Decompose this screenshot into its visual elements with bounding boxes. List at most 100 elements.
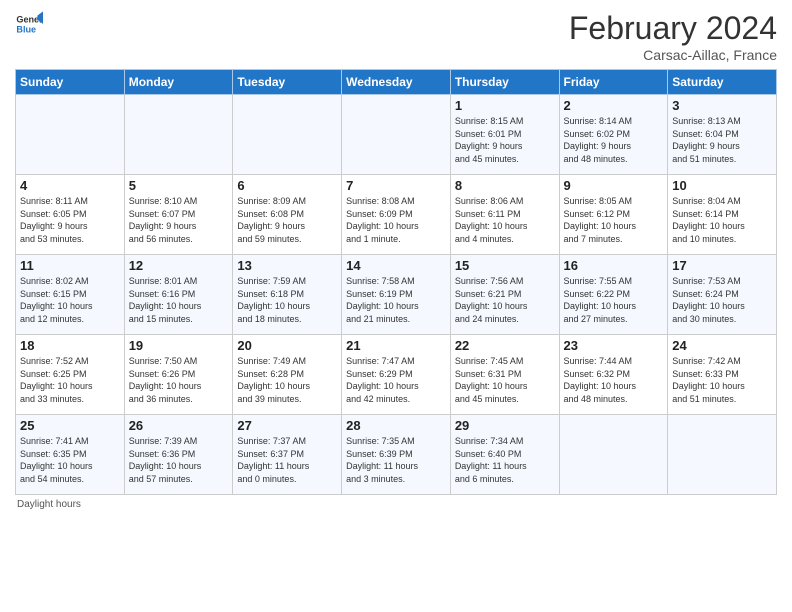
day-number: 21 [346,338,446,353]
day-info: Sunrise: 7:50 AM Sunset: 6:26 PM Dayligh… [129,355,229,405]
svg-text:Blue: Blue [16,24,36,34]
day-info: Sunrise: 7:59 AM Sunset: 6:18 PM Dayligh… [237,275,337,325]
day-number: 26 [129,418,229,433]
day-cell: 26 Sunrise: 7:39 AM Sunset: 6:36 PM Dayli… [124,415,233,495]
week-row-1: 1 Sunrise: 8:15 AM Sunset: 6:01 PM Daylig… [16,95,777,175]
day-number: 10 [672,178,772,193]
day-number: 20 [237,338,337,353]
day-info: Sunrise: 7:55 AM Sunset: 6:22 PM Dayligh… [564,275,664,325]
day-cell: 4 Sunrise: 8:11 AM Sunset: 6:05 PM Daylig… [16,175,125,255]
day-cell: 25 Sunrise: 7:41 AM Sunset: 6:35 PM Dayli… [16,415,125,495]
day-number: 1 [455,98,555,113]
day-number: 8 [455,178,555,193]
day-cell: 1 Sunrise: 8:15 AM Sunset: 6:01 PM Daylig… [450,95,559,175]
day-info: Sunrise: 8:11 AM Sunset: 6:05 PM Dayligh… [20,195,120,245]
day-number: 14 [346,258,446,273]
day-info: Sunrise: 7:52 AM Sunset: 6:25 PM Dayligh… [20,355,120,405]
day-number: 28 [346,418,446,433]
day-number: 29 [455,418,555,433]
day-cell: 28 Sunrise: 7:35 AM Sunset: 6:39 PM Dayli… [342,415,451,495]
day-cell: 11 Sunrise: 8:02 AM Sunset: 6:15 PM Dayli… [16,255,125,335]
day-cell [233,95,342,175]
day-cell: 20 Sunrise: 7:49 AM Sunset: 6:28 PM Dayli… [233,335,342,415]
day-info: Sunrise: 7:41 AM Sunset: 6:35 PM Dayligh… [20,435,120,485]
day-info: Sunrise: 8:06 AM Sunset: 6:11 PM Dayligh… [455,195,555,245]
day-number: 6 [237,178,337,193]
day-cell: 2Sunrise: 8:14 AM Sunset: 6:02 PM Daylig… [559,95,668,175]
day-info: Sunrise: 7:49 AM Sunset: 6:28 PM Dayligh… [237,355,337,405]
day-number: 7 [346,178,446,193]
day-cell [16,95,125,175]
day-info: Sunrise: 8:02 AM Sunset: 6:15 PM Dayligh… [20,275,120,325]
day-number: 17 [672,258,772,273]
day-info: Sunrise: 8:01 AM Sunset: 6:16 PM Dayligh… [129,275,229,325]
day-cell: 9 Sunrise: 8:05 AM Sunset: 6:12 PM Daylig… [559,175,668,255]
day-number: 11 [20,258,120,273]
day-cell [559,415,668,495]
day-cell: 19 Sunrise: 7:50 AM Sunset: 6:26 PM Dayli… [124,335,233,415]
day-number: 27 [237,418,337,433]
title-area: February 2024 Carsac-Aillac, France [569,10,777,63]
day-number: 24 [672,338,772,353]
footer-note: Daylight hours [15,499,777,510]
day-cell: 24 Sunrise: 7:42 AM Sunset: 6:33 PM Dayli… [668,335,777,415]
day-info: Sunrise: 8:09 AM Sunset: 6:08 PM Dayligh… [237,195,337,245]
calendar-table: SundayMondayTuesdayWednesdayThursdayFrid… [15,69,777,495]
logo: General Blue [15,10,43,38]
day-number: 9 [564,178,664,193]
day-cell: 5Sunrise: 8:10 AM Sunset: 6:07 PM Daylig… [124,175,233,255]
day-cell [342,95,451,175]
day-info: Sunrise: 7:39 AM Sunset: 6:36 PM Dayligh… [129,435,229,485]
day-info: Sunrise: 7:47 AM Sunset: 6:29 PM Dayligh… [346,355,446,405]
day-number: 15 [455,258,555,273]
day-cell: 6 Sunrise: 8:09 AM Sunset: 6:08 PM Daylig… [233,175,342,255]
day-cell: 27 Sunrise: 7:37 AM Sunset: 6:37 PM Dayli… [233,415,342,495]
day-cell [124,95,233,175]
day-info: Sunrise: 8:05 AM Sunset: 6:12 PM Dayligh… [564,195,664,245]
col-header-sunday: Sunday [16,70,125,95]
day-cell: 15Sunrise: 7:56 AM Sunset: 6:21 PM Dayli… [450,255,559,335]
day-info: Sunrise: 7:45 AM Sunset: 6:31 PM Dayligh… [455,355,555,405]
day-info: Sunrise: 7:42 AM Sunset: 6:33 PM Dayligh… [672,355,772,405]
col-header-monday: Monday [124,70,233,95]
day-number: 12 [129,258,229,273]
col-header-wednesday: Wednesday [342,70,451,95]
col-header-saturday: Saturday [668,70,777,95]
day-cell: 10 Sunrise: 8:04 AM Sunset: 6:14 PM Dayli… [668,175,777,255]
day-info: Sunrise: 7:34 AM Sunset: 6:40 PM Dayligh… [455,435,555,485]
week-row-3: 11 Sunrise: 8:02 AM Sunset: 6:15 PM Dayli… [16,255,777,335]
day-info: Sunrise: 7:35 AM Sunset: 6:39 PM Dayligh… [346,435,446,485]
location-subtitle: Carsac-Aillac, France [569,47,777,63]
day-info: Sunrise: 7:37 AM Sunset: 6:37 PM Dayligh… [237,435,337,485]
col-header-thursday: Thursday [450,70,559,95]
day-info: Sunrise: 7:53 AM Sunset: 6:24 PM Dayligh… [672,275,772,325]
day-cell: 21 Sunrise: 7:47 AM Sunset: 6:29 PM Dayli… [342,335,451,415]
day-number: 25 [20,418,120,433]
calendar-page: General Blue February 2024 Carsac-Aillac… [0,0,792,515]
day-number: 4 [20,178,120,193]
day-number: 3 [672,98,772,113]
day-cell: 7 Sunrise: 8:08 AM Sunset: 6:09 PM Daylig… [342,175,451,255]
day-cell [668,415,777,495]
day-number: 13 [237,258,337,273]
day-cell: 14 Sunrise: 7:58 AM Sunset: 6:19 PM Dayli… [342,255,451,335]
day-info: Sunrise: 7:58 AM Sunset: 6:19 PM Dayligh… [346,275,446,325]
month-title: February 2024 [569,10,777,47]
day-number: 16 [564,258,664,273]
logo-icon: General Blue [15,10,43,38]
day-cell: 3Sunrise: 8:13 AM Sunset: 6:04 PM Daylig… [668,95,777,175]
day-info: Sunrise: 8:15 AM Sunset: 6:01 PM Dayligh… [455,115,555,165]
day-cell: 16 Sunrise: 7:55 AM Sunset: 6:22 PM Dayli… [559,255,668,335]
day-number: 23 [564,338,664,353]
week-row-5: 25 Sunrise: 7:41 AM Sunset: 6:35 PM Dayli… [16,415,777,495]
day-cell: 18 Sunrise: 7:52 AM Sunset: 6:25 PM Dayli… [16,335,125,415]
day-number: 19 [129,338,229,353]
header: General Blue February 2024 Carsac-Aillac… [15,10,777,63]
day-info: Sunrise: 8:04 AM Sunset: 6:14 PM Dayligh… [672,195,772,245]
day-info: Sunrise: 7:44 AM Sunset: 6:32 PM Dayligh… [564,355,664,405]
day-number: 18 [20,338,120,353]
day-info: Sunrise: 8:14 AM Sunset: 6:02 PM Dayligh… [564,115,664,165]
day-cell: 22Sunrise: 7:45 AM Sunset: 6:31 PM Dayli… [450,335,559,415]
week-row-4: 18 Sunrise: 7:52 AM Sunset: 6:25 PM Dayli… [16,335,777,415]
day-info: Sunrise: 8:08 AM Sunset: 6:09 PM Dayligh… [346,195,446,245]
